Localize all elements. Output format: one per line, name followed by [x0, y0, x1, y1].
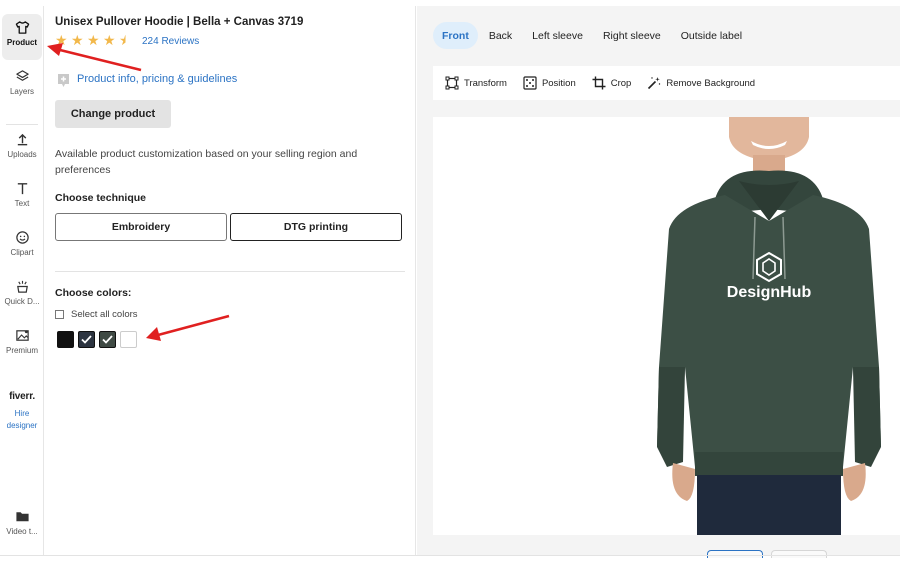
color-swatch[interactable] [78, 331, 95, 348]
rail-label: Clipart [10, 248, 34, 257]
layers-icon [15, 70, 29, 81]
preview-thumbnails [707, 550, 827, 558]
tab-back[interactable]: Back [480, 22, 521, 49]
transform-icon [445, 76, 459, 90]
color-swatch[interactable] [57, 331, 74, 348]
tool-label: Crop [610, 77, 632, 89]
tab-left-sleeve[interactable]: Left sleeve [523, 22, 592, 49]
technique-embroidery-button[interactable]: Embroidery [55, 213, 227, 241]
design-canvas-area: Front Back Left sleeve Right sleeve Outs… [417, 6, 900, 558]
crop-button[interactable]: Crop [592, 76, 632, 90]
rail-item-video[interactable]: Video t... [2, 503, 42, 549]
rail-label: Quick D... [4, 297, 40, 306]
upload-icon [17, 133, 27, 146]
hoodie-mockup-image: DesignHub [657, 117, 881, 535]
tab-outside-label[interactable]: Outside label [672, 22, 751, 49]
placement-tabs: Front Back Left sleeve Right sleeve Outs… [433, 22, 751, 49]
thumbnail[interactable] [771, 550, 827, 558]
rail-label: Video t... [6, 527, 38, 536]
text-icon [17, 183, 27, 195]
edit-toolbar: Transform Position Crop Remove Backgroun… [433, 66, 900, 100]
rail-label: Uploads [7, 150, 37, 159]
product-title: Unisex Pullover Hoodie | Bella + Canvas … [55, 16, 304, 28]
availability-note: Available product customization based on… [55, 148, 358, 176]
color-swatch[interactable] [120, 331, 137, 348]
select-all-label: Select all colors [71, 309, 138, 320]
rail-item-text[interactable]: Text [2, 175, 42, 221]
checkmark-icon [102, 335, 113, 344]
remove-background-button[interactable]: Remove Background [647, 76, 755, 90]
section-divider [55, 271, 405, 272]
rail-label: Text [14, 199, 30, 208]
star-icon: ★ [87, 32, 100, 48]
fiverr-logo: fiverr. [9, 391, 35, 402]
star-icon: ★ [71, 32, 84, 48]
design-hub-logo-text: DesignHub [727, 284, 812, 301]
product-info-icon [58, 74, 69, 87]
app-window: Product Layers Uploads Text Clipart Quic… [0, 0, 900, 564]
star-icon: ★ [55, 32, 68, 48]
half-star-icon: ★ [119, 32, 132, 48]
smiley-icon [15, 231, 29, 244]
select-all-checkbox[interactable] [55, 310, 64, 319]
tshirt-icon [15, 21, 29, 34]
technique-heading: Choose technique [55, 192, 147, 204]
product-preview[interactable]: DesignHub [433, 117, 900, 535]
crop-icon [592, 76, 606, 90]
magic-wand-icon [648, 77, 661, 90]
position-icon [523, 76, 537, 90]
rail-item-clipart[interactable]: Clipart [2, 224, 42, 270]
star-icon: ★ [103, 32, 116, 48]
color-swatch[interactable] [99, 331, 116, 348]
hire-designer-link[interactable]: Hire designer [0, 408, 44, 432]
premium-image-icon [15, 330, 29, 341]
select-all-colors[interactable]: Select all colors [55, 309, 138, 320]
tool-label: Position [541, 77, 576, 89]
rail-item-premium[interactable]: Premium [2, 322, 42, 368]
checkmark-icon [81, 335, 92, 344]
rail-item-quick-design[interactable]: Quick D... [2, 273, 42, 319]
quick-design-icon [16, 280, 28, 293]
technique-dtg-button[interactable]: DTG printing [230, 213, 402, 241]
transform-button[interactable]: Transform [445, 76, 507, 90]
rail-item-layers[interactable]: Layers [2, 63, 42, 109]
rail-label: Premium [5, 346, 38, 355]
tab-right-sleeve[interactable]: Right sleeve [594, 22, 670, 49]
tab-front[interactable]: Front [433, 22, 478, 49]
bottom-border [0, 555, 900, 556]
rail-label: Product [6, 38, 38, 47]
tool-label: Remove Background [666, 77, 756, 89]
star-rating: ★ ★ ★ ★ ★ [55, 32, 132, 48]
product-panel: Unisex Pullover Hoodie | Bella + Canvas … [44, 6, 416, 555]
tool-rail: Product Layers Uploads Text Clipart Quic… [0, 6, 44, 555]
product-info-link[interactable]: Product info, pricing & guidelines [77, 73, 237, 85]
color-swatches [57, 331, 137, 348]
tool-label: Transform [464, 77, 507, 89]
folder-icon [15, 512, 29, 522]
rail-divider [6, 124, 38, 125]
position-button[interactable]: Position [523, 76, 576, 90]
change-product-button[interactable]: Change product [55, 100, 171, 128]
thumbnail[interactable] [707, 550, 763, 558]
rail-item-uploads[interactable]: Uploads [2, 126, 42, 172]
rail-item-product[interactable]: Product [2, 14, 42, 60]
rail-label: Layers [9, 87, 34, 96]
reviews-link[interactable]: 224 Reviews [142, 36, 199, 47]
colors-heading: Choose colors: [55, 287, 132, 299]
